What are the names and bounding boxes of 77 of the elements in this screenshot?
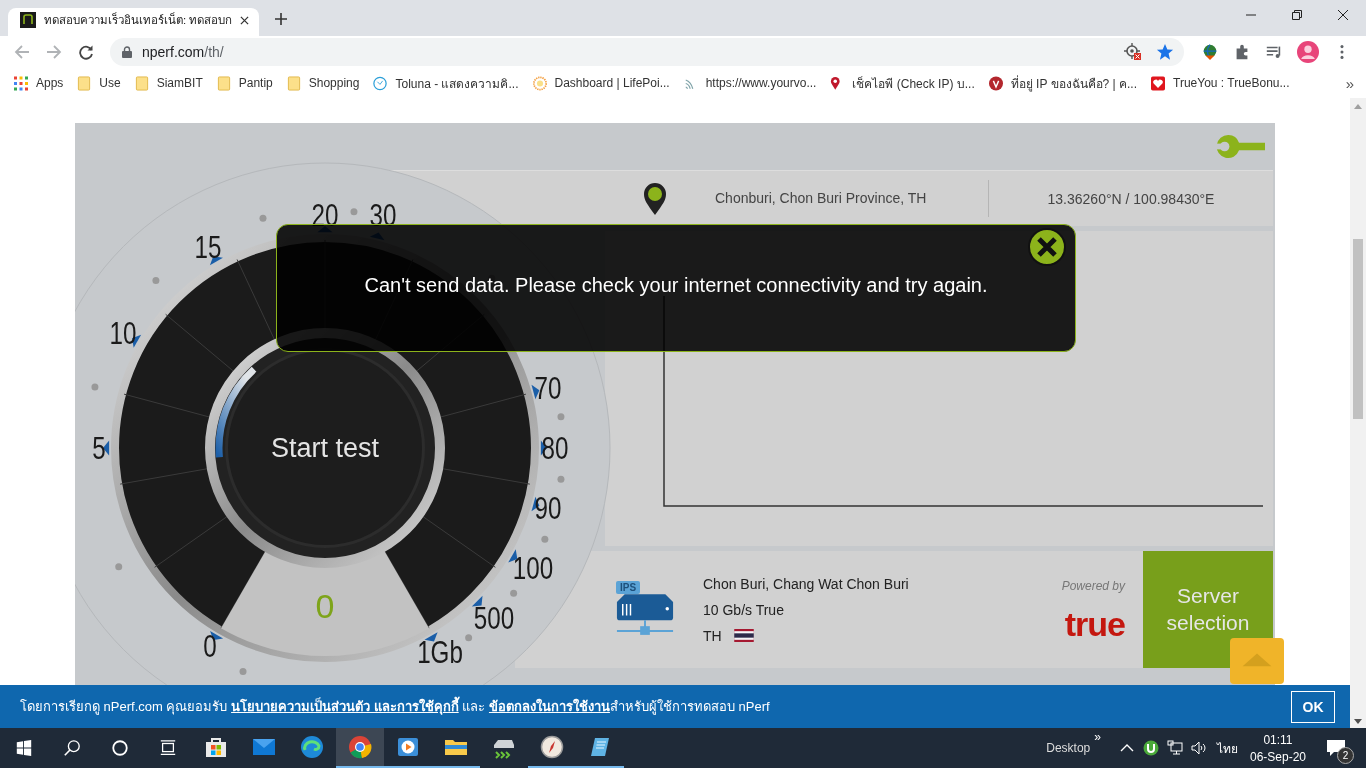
address-bar[interactable]: nperf.com/th/ <box>110 38 1184 66</box>
gauge-scale-label: 15 <box>194 231 222 263</box>
notepad-icon <box>588 735 612 759</box>
folder-icon <box>134 75 149 91</box>
server-name: Chon Buri, Chang Wat Chon Buri <box>703 575 909 592</box>
location-coordinates: 13.36260°N / 100.98430°E <box>1046 190 1216 207</box>
error-message: Can't send data. Please check your internet connectivity and try again. <box>364 273 988 297</box>
bookmark-item[interactable]: Apps <box>14 71 71 95</box>
more-bookmarks-button[interactable]: » <box>1345 74 1354 92</box>
gauge-scale-label: 10 <box>109 317 137 349</box>
wave-logo-icon <box>300 735 324 759</box>
gauge-scale-label: 70 <box>534 372 562 404</box>
desktop-toolbar-label[interactable]: Desktop <box>1046 741 1091 755</box>
clock[interactable]: 01:11 06-Sep-20 <box>1249 732 1306 764</box>
clock-date: 06-Sep-20 <box>1249 749 1306 764</box>
toolbar-expand-button[interactable]: » <box>1094 730 1101 744</box>
speaker-icon[interactable] <box>1190 740 1207 756</box>
bookmark-item[interactable]: Shopping <box>279 71 367 95</box>
bookmark-item[interactable]: Pantip <box>209 71 280 95</box>
gauge-scale-label: 0 <box>203 630 217 662</box>
bookmark-item[interactable]: Toluna - แสดงความคิ... <box>366 71 526 95</box>
play-button-icon <box>396 735 420 759</box>
location-city: Chonburi, Chon Buri Province, TH <box>715 180 989 217</box>
close-icon[interactable] <box>240 15 250 25</box>
gauge-scale-label: 80 <box>541 432 569 464</box>
ok-button[interactable]: OK <box>1291 690 1335 723</box>
browser-tab[interactable]: ทดสอบความเร็วอินเทอร์เน็ต: ทดสอบก <box>8 8 260 36</box>
apps-grid-icon <box>14 75 28 91</box>
bookmark-star-icon[interactable] <box>1156 43 1174 61</box>
server-icon-label: IPS <box>616 580 641 594</box>
gauge-scale-label: 5 <box>92 432 106 464</box>
bookmark-item[interactable]: Dashboard | LifePoi... <box>525 71 677 95</box>
scroll-down-icon[interactable] <box>1354 719 1362 724</box>
reload-icon[interactable] <box>78 44 94 60</box>
globe-arrow-icon[interactable] <box>1201 43 1219 61</box>
network-icon[interactable] <box>1166 740 1183 756</box>
folder-icon <box>286 75 301 91</box>
consent-text: โดยการเรียกดู nPerf.com คุณยอมรับ นโยบายความเป็นส่วนตัว และการใช้คุกกี้ และ ข้อตกลงในการใช้งานสำหรับผู้ใช้การทดสอบ nPerf <box>20 696 1291 717</box>
server-icon <box>615 593 675 635</box>
bookmark-item[interactable]: https://www.yourvo... <box>676 71 824 95</box>
location-pin-icon <box>643 181 667 216</box>
speed-reading: 0 <box>315 586 335 626</box>
new-tab-icon[interactable] <box>275 13 288 25</box>
scrollbar[interactable] <box>1350 98 1366 728</box>
policy-link[interactable]: ข้อตกลงในการใช้งาน <box>488 699 610 714</box>
provider-logo: true <box>1064 606 1125 641</box>
location-blocked-icon[interactable] <box>1124 43 1142 61</box>
server-bandwidth: 10 Gb/s True <box>703 601 785 618</box>
bookmark-item[interactable]: TrueYou : TrueBonu... <box>1144 71 1297 95</box>
gauge-scale-label: 1Gb <box>417 636 463 668</box>
shield-badge-icon <box>988 75 1003 91</box>
gauge-scale-label: 500 <box>473 602 515 634</box>
clock-time: 01:11 <box>1263 732 1293 747</box>
notification-count-badge: 2 <box>1337 747 1354 764</box>
folder-icon <box>216 75 231 91</box>
bookmark-item[interactable]: Use <box>70 71 128 95</box>
gauge-scale-label: 100 <box>512 552 554 584</box>
thai-flag-icon <box>733 629 754 642</box>
compass-icon <box>540 735 564 759</box>
browser-logo-icon <box>348 735 372 759</box>
folder-icon <box>77 75 92 91</box>
powered-by-label: Powered by <box>1061 578 1125 593</box>
sunburst-icon <box>532 75 547 91</box>
site-logo-icon <box>20 12 36 28</box>
speech-bubble-icon <box>373 75 388 91</box>
bookmark-item[interactable]: เช็คไอพี (Check IP) บ... <box>823 71 982 95</box>
close-icon[interactable] <box>1027 227 1067 267</box>
server-country: TH <box>703 627 722 644</box>
torrent-icon[interactable] <box>1142 740 1159 756</box>
bookmark-item[interactable]: ที่อยู่ IP ของฉันคือ? | ค... <box>981 71 1144 95</box>
gauge-scale-label: 90 <box>534 492 562 524</box>
lock-icon <box>122 46 132 58</box>
bookmark-item[interactable]: SiamBIT <box>127 71 210 95</box>
scrollbar-thumb[interactable] <box>1353 239 1363 419</box>
profile-avatar-icon[interactable] <box>1297 41 1319 63</box>
shopping-bag-icon <box>204 735 228 759</box>
input-language-indicator[interactable]: ไทย <box>1216 738 1238 758</box>
